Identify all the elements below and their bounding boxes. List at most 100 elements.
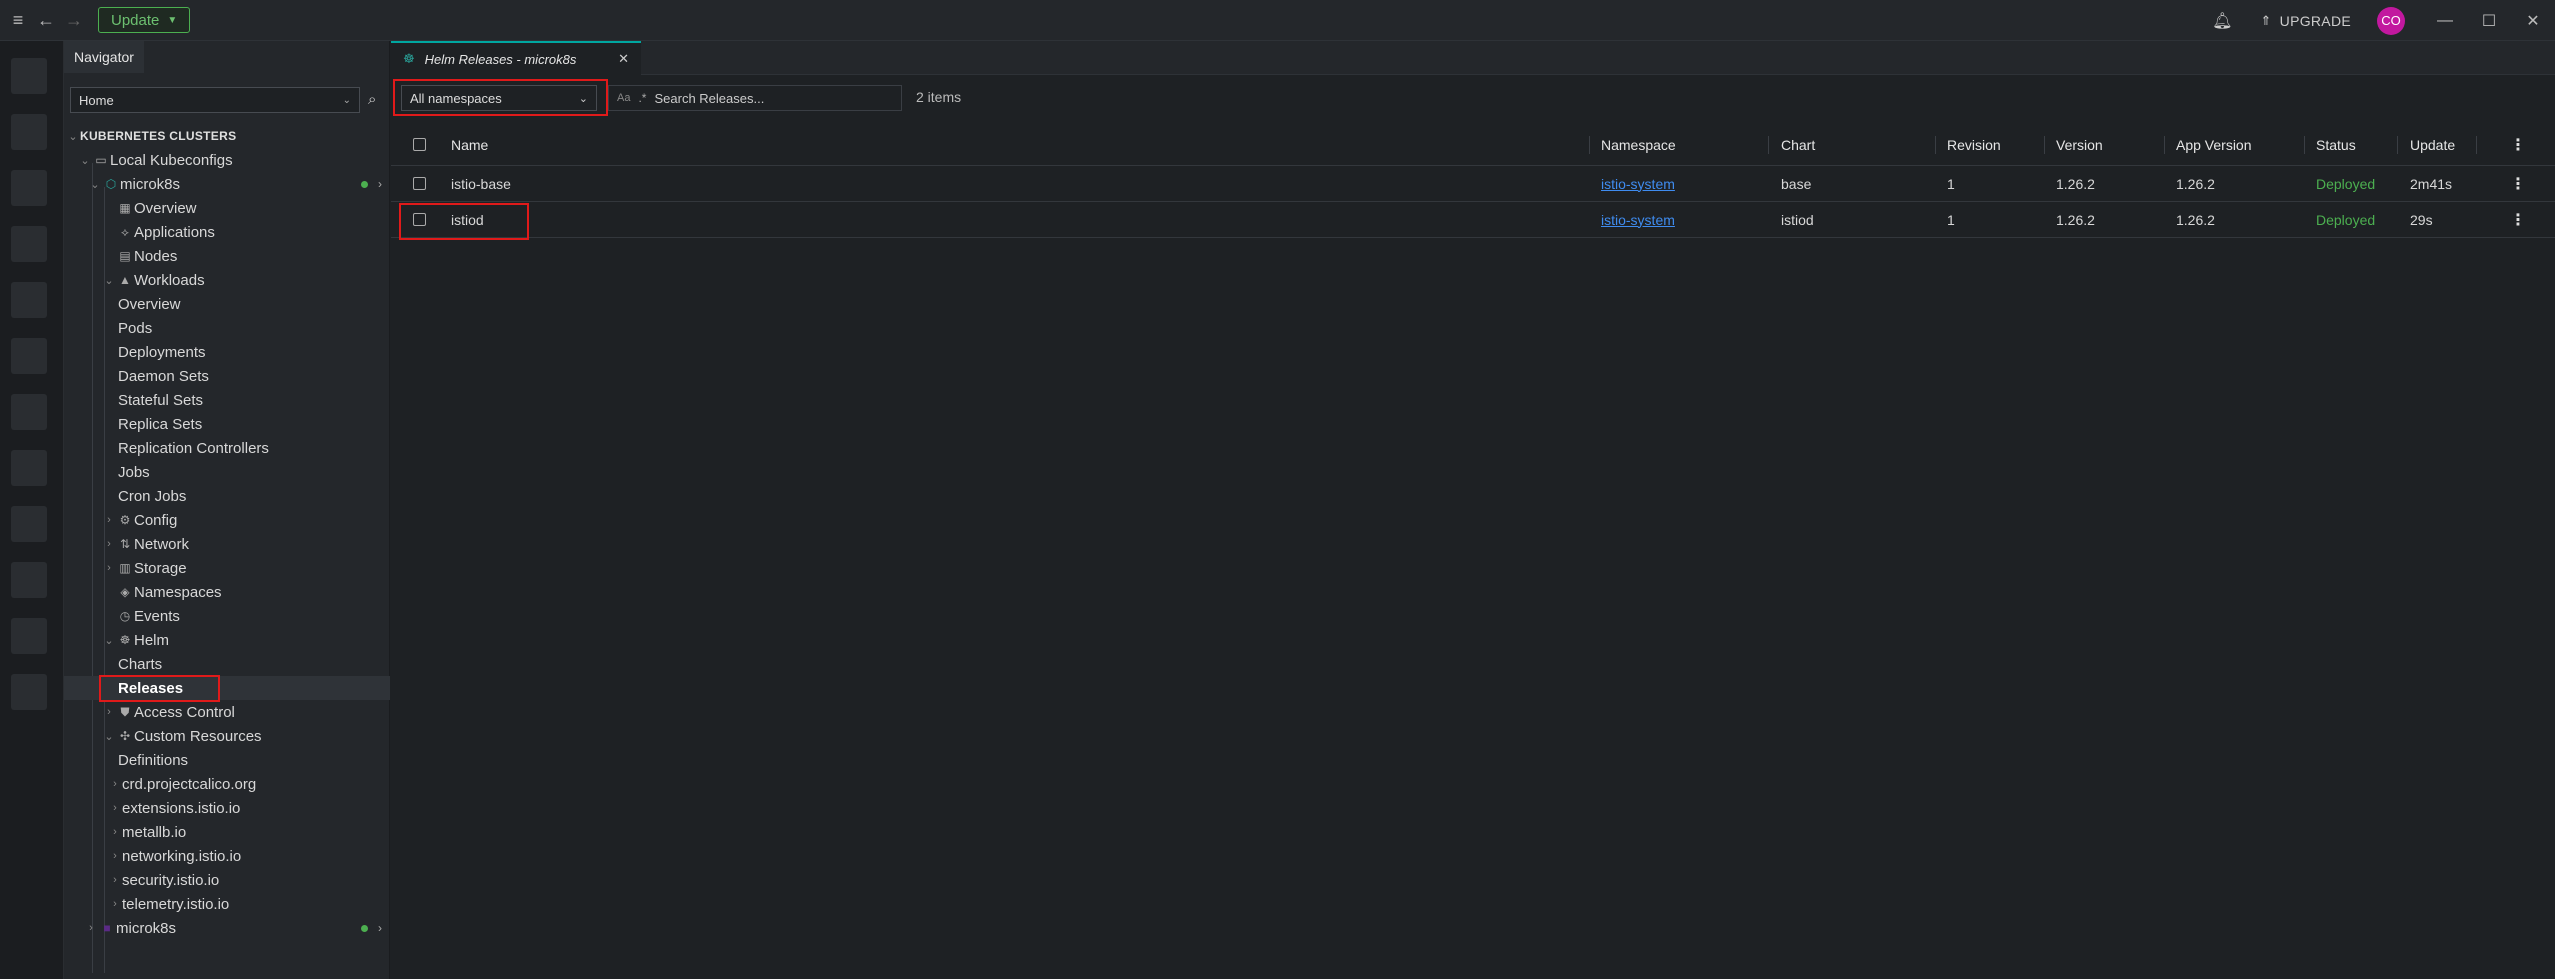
tree-item-cluster-microk8s[interactable]: ⌄ ⬡ microk8s › xyxy=(64,172,390,196)
column-header-status[interactable]: Status xyxy=(2316,137,2356,153)
chevron-right-icon[interactable]: › xyxy=(378,921,382,935)
column-header-app-version[interactable]: App Version xyxy=(2176,137,2252,153)
search-icon[interactable]: ⌕ xyxy=(368,91,376,108)
sidebar-item-crd-metallb[interactable]: › metallb.io xyxy=(64,820,390,844)
table-row[interactable]: istiod istio-system istiod 1 1.26.2 1.26… xyxy=(391,202,2555,238)
revision: 1 xyxy=(1947,175,1955,192)
column-divider xyxy=(2397,136,2398,154)
home-select[interactable]: Home ⌄ xyxy=(70,87,360,113)
close-icon[interactable]: ✕ xyxy=(618,51,629,67)
row-checkbox[interactable] xyxy=(413,177,426,190)
hotbar-item[interactable] xyxy=(11,674,47,710)
tab-helm-releases[interactable]: ☸ Helm Releases - microk8s ✕ xyxy=(391,41,641,75)
sidebar-item-definitions[interactable]: Definitions xyxy=(64,748,390,772)
table-row[interactable]: istio-base istio-system base 1 1.26.2 1.… xyxy=(391,166,2555,202)
sidebar-item-crd-extensions[interactable]: › extensions.istio.io xyxy=(64,796,390,820)
bell-icon[interactable]: 🔔︎ xyxy=(2212,11,2232,31)
sidebar-item-storage[interactable]: › ▥ Storage xyxy=(64,556,390,580)
column-header-updated[interactable]: Update xyxy=(2410,137,2455,153)
sidebar-item-applications[interactable]: ⟡ Applications xyxy=(64,220,390,244)
minimize-icon[interactable]: — xyxy=(2423,0,2467,41)
tree-label: networking.istio.io xyxy=(122,847,242,865)
sidebar-item-overview[interactable]: ▦ Overview xyxy=(64,196,390,220)
sidebar-item-replica-sets[interactable]: Replica Sets xyxy=(64,412,390,436)
column-divider xyxy=(2044,136,2045,154)
hotbar-item[interactable] xyxy=(11,226,47,262)
search-releases-input[interactable]: Aa .* Search Releases... xyxy=(608,85,902,111)
toolbar: All namespaces ⌄ Aa .* Search Releases..… xyxy=(391,75,2555,119)
hotbar-item[interactable] xyxy=(11,450,47,486)
upgrade-button[interactable]: ⇑ UPGRADE xyxy=(2260,13,2351,29)
sidebar-item-crd-calico[interactable]: › crd.projectcalico.org xyxy=(64,772,390,796)
back-arrow-icon[interactable]: ← xyxy=(32,6,60,34)
column-header-name[interactable]: Name xyxy=(451,137,488,153)
menu-icon[interactable]: ≡ xyxy=(4,6,32,34)
navigator-tab[interactable]: Navigator xyxy=(64,41,144,73)
case-sensitive-toggle[interactable]: Aa xyxy=(617,92,630,104)
tree-item-local-kubeconfigs[interactable]: ⌄ ▭ Local Kubeconfigs xyxy=(64,148,390,172)
sidebar-item-access-control[interactable]: › ⛊ Access Control xyxy=(64,700,390,724)
hotbar-item[interactable] xyxy=(11,282,47,318)
sidebar-item-stateful-sets[interactable]: Stateful Sets xyxy=(64,388,390,412)
sidebar-item-custom-resources[interactable]: ⌄ ✣ Custom Resources xyxy=(64,724,390,748)
chevron-right-icon: › xyxy=(107,514,111,526)
row-menu-icon[interactable]: ⋮ xyxy=(2510,174,2526,194)
tree-label: Daemon Sets xyxy=(118,367,209,385)
chevron-right-icon[interactable]: › xyxy=(378,177,382,191)
hotbar-item[interactable] xyxy=(11,506,47,542)
hotbar-item[interactable] xyxy=(11,618,47,654)
sidebar-item-replication-controllers[interactable]: Replication Controllers xyxy=(64,436,390,460)
hotbar-item[interactable] xyxy=(11,338,47,374)
maximize-icon[interactable]: ☐ xyxy=(2467,0,2511,41)
sidebar-item-pods[interactable]: Pods xyxy=(64,316,390,340)
hotbar-item[interactable] xyxy=(11,170,47,206)
tree-label: Custom Resources xyxy=(134,727,262,745)
sidebar-item-crd-networking[interactable]: › networking.istio.io xyxy=(64,844,390,868)
sidebar-item-daemon-sets[interactable]: Daemon Sets xyxy=(64,364,390,388)
select-all-checkbox[interactable] xyxy=(413,138,426,151)
app-version: 1.26.2 xyxy=(2176,175,2215,192)
hotbar-item[interactable] xyxy=(11,394,47,430)
chevron-right-icon: › xyxy=(89,922,93,934)
sidebar-item-crd-telemetry[interactable]: › telemetry.istio.io xyxy=(64,892,390,916)
helm-icon: ☸ xyxy=(119,633,131,647)
regex-toggle[interactable]: .* xyxy=(638,91,646,105)
sidebar-item-config[interactable]: › ⚙︎ Config xyxy=(64,508,390,532)
avatar[interactable]: CO xyxy=(2377,6,2405,35)
tree-item-cluster-microk8s-2[interactable]: › ■ microk8s › xyxy=(64,916,390,940)
hotbar-item[interactable] xyxy=(11,114,47,150)
sidebar-item-events[interactable]: ◷ Events xyxy=(64,604,390,628)
column-header-revision[interactable]: Revision xyxy=(1947,137,2001,153)
sidebar-item-workloads-overview[interactable]: Overview xyxy=(64,292,390,316)
column-header-chart[interactable]: Chart xyxy=(1781,137,1815,153)
sidebar-item-deployments[interactable]: Deployments xyxy=(64,340,390,364)
close-window-icon[interactable]: ✕ xyxy=(2511,0,2555,41)
column-menu-icon[interactable]: ⋮ xyxy=(2510,135,2526,155)
section-kubernetes-clusters[interactable]: ⌄ KUBERNETES CLUSTERS xyxy=(64,124,390,148)
sidebar-item-crd-security[interactable]: › security.istio.io xyxy=(64,868,390,892)
namespace-link[interactable]: istio-system xyxy=(1601,212,1675,228)
sidebar-item-cron-jobs[interactable]: Cron Jobs xyxy=(64,484,390,508)
sidebar-item-nodes[interactable]: ▤ Nodes xyxy=(64,244,390,268)
hotbar xyxy=(0,41,64,979)
update-button[interactable]: Update ▼ xyxy=(98,7,191,33)
hotbar-item[interactable] xyxy=(11,562,47,598)
hotbar-item[interactable] xyxy=(11,58,47,94)
sidebar-item-helm[interactable]: ⌄ ☸ Helm xyxy=(64,628,390,652)
namespace-link[interactable]: istio-system xyxy=(1601,176,1675,192)
sidebar-item-namespaces[interactable]: ◈ Namespaces xyxy=(64,580,390,604)
sidebar-item-charts[interactable]: Charts xyxy=(64,652,390,676)
column-header-version[interactable]: Version xyxy=(2056,137,2103,153)
chevron-right-icon: › xyxy=(113,898,117,910)
sidebar-item-workloads[interactable]: ⌄ ▲ Workloads xyxy=(64,268,390,292)
sidebar-item-jobs[interactable]: Jobs xyxy=(64,460,390,484)
forward-arrow-icon[interactable]: → xyxy=(60,6,88,34)
column-header-namespace[interactable]: Namespace xyxy=(1601,137,1676,153)
tree-label: microk8s xyxy=(120,175,181,193)
search-placeholder: Search Releases... xyxy=(654,90,765,106)
chart-name: istiod xyxy=(1781,211,1814,228)
row-menu-icon[interactable]: ⋮ xyxy=(2510,210,2526,230)
sidebar-item-network[interactable]: › ⇅ Network xyxy=(64,532,390,556)
tree-label: telemetry.istio.io xyxy=(122,895,230,913)
status-dot xyxy=(361,924,368,932)
